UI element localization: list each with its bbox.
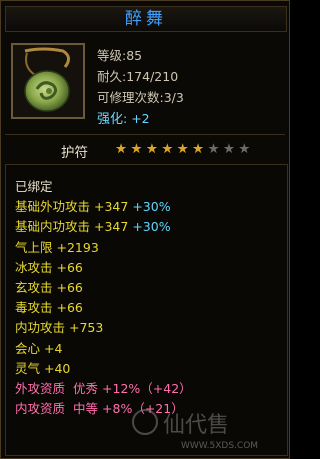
- item-base-stats: 等级:85 耐久:174/210 可修理次数:3/3 强化: +2: [97, 45, 184, 129]
- star-icon: ★: [130, 141, 143, 157]
- divider: [5, 134, 285, 135]
- bound-status: 已绑定: [15, 179, 53, 194]
- stat-repair-count: 可修理次数:3/3: [97, 90, 184, 105]
- attribute-line: 会心 +4: [15, 340, 63, 356]
- attributes-list: 已绑定 基础外功攻击 +347 +30% 基础内功攻击 +347 +30% 气上…: [15, 177, 192, 419]
- attribute-line: 气上限 +2193: [15, 239, 99, 255]
- aptitude-line: 外攻资质 优秀 +12%（+42）: [15, 380, 192, 396]
- star-icon: ★: [238, 141, 250, 157]
- star-icon: ★: [145, 141, 158, 157]
- star-rating: ★ ★ ★ ★ ★ ★ ★ ★ ★: [115, 141, 250, 157]
- attribute-line: 基础内功攻击 +347 +30%: [15, 219, 171, 235]
- star-icon: ★: [192, 141, 204, 157]
- stat-durability: 耐久:174/210: [97, 69, 179, 84]
- jade-pendant-icon: [24, 47, 70, 112]
- stat-enhancement: 强化: +2: [97, 111, 150, 127]
- attribute-line: 灵气 +40: [15, 360, 71, 376]
- talisman-row: 护符 ★ ★ ★ ★ ★ ★ ★ ★ ★: [5, 139, 285, 161]
- watermark-url: WWW.5XDS.COM: [181, 441, 258, 451]
- watermark-logo: 仙代售 WWW.5XDS.COM: [132, 409, 258, 451]
- stat-level: 等级:85: [97, 48, 143, 63]
- attribute-line: 毒攻击 +66: [15, 300, 83, 316]
- attribute-line: 基础外功攻击 +347 +30%: [15, 199, 171, 215]
- attribute-line: 内功攻击 +753: [15, 320, 104, 336]
- attribute-line: 冰攻击 +66: [15, 259, 83, 275]
- star-icon: ★: [222, 141, 235, 157]
- attribute-line: 玄攻击 +66: [15, 279, 83, 295]
- item-title: 醉舞: [5, 6, 287, 32]
- star-icon: ★: [115, 141, 127, 157]
- item-icon-frame[interactable]: [11, 43, 85, 119]
- item-tooltip-panel: 醉舞 等级:85 耐久:174/210 可修理次数:3/3 强化: +2 护符 …: [0, 0, 290, 459]
- talisman-label: 护符: [61, 145, 88, 161]
- star-icon: ★: [176, 141, 189, 157]
- star-icon: ★: [161, 141, 173, 157]
- watermark-text: 仙代售: [163, 413, 229, 438]
- star-icon: ★: [207, 141, 220, 157]
